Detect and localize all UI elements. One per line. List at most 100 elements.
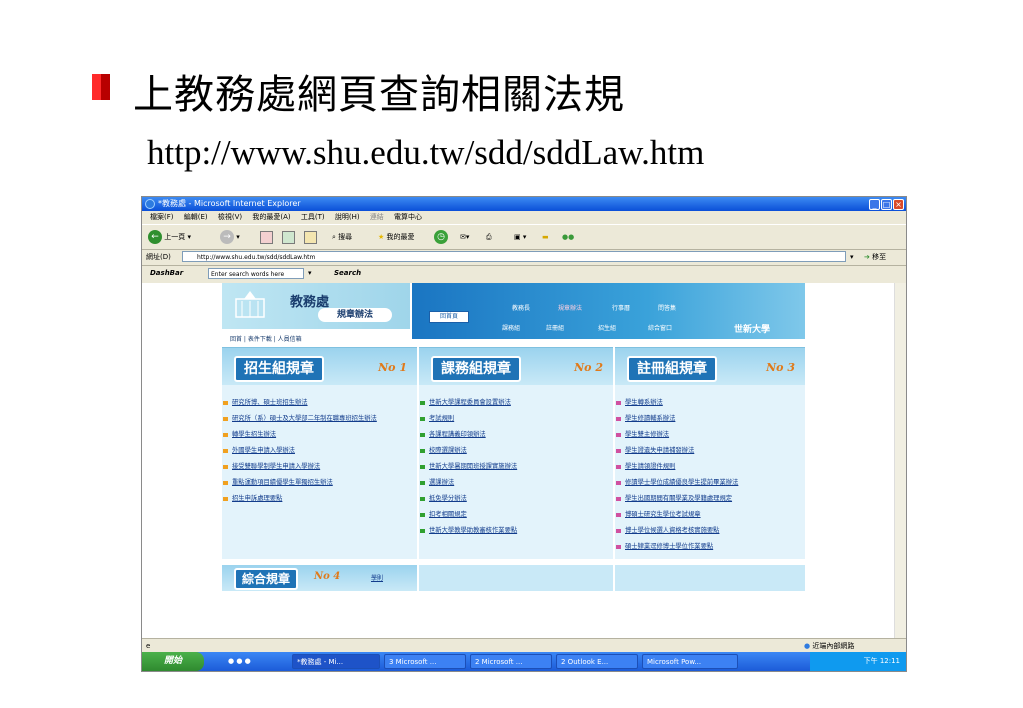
- nav-general-window[interactable]: 綜合窗口: [648, 323, 672, 332]
- list-item[interactable]: 世新大學暑期開班授課實施辦法: [419, 463, 613, 471]
- menu-favorites[interactable]: 我的最愛(A): [252, 213, 290, 221]
- general-rules-number: No 4: [314, 571, 341, 582]
- list-item[interactable]: 扣考相關規定: [419, 511, 613, 519]
- list-item[interactable]: 研究所（系）碩士及大學部二年制在職專班招生辦法: [222, 415, 417, 423]
- start-button[interactable]: 開始: [142, 652, 204, 671]
- mail-button[interactable]: ✉▾: [460, 229, 469, 245]
- column-registration: 註冊組規章 No 3 學生轉系辦法 學生修讀輔系辦法 學生雙主修辦法 學生證遺失…: [615, 347, 805, 559]
- dashbar-search-input[interactable]: Enter search words here: [208, 268, 304, 279]
- list-item[interactable]: 重點運動項目績優學生單獨招生辦法: [222, 479, 417, 487]
- links-label: 連結: [369, 213, 384, 221]
- print-icon: ⎙: [486, 233, 492, 241]
- list-item[interactable]: 接受雙聯學制學生申請入學辦法: [222, 463, 417, 471]
- list-item[interactable]: 各課程講義印領辦法: [419, 431, 613, 439]
- window-controls: _ □ ×: [868, 198, 904, 212]
- search-button[interactable]: ⌕ 搜尋: [332, 229, 352, 245]
- general-rules-title: 綜合規章: [234, 568, 299, 590]
- minimize-icon[interactable]: _: [869, 199, 880, 210]
- general-rules-header: 綜合規章 No 4: [222, 565, 417, 591]
- back-button[interactable]: ← 上一頁 ▾: [148, 229, 191, 245]
- nav-regulations[interactable]: 規章辦法: [558, 303, 582, 312]
- list-item[interactable]: 學生修讀輔系辦法: [615, 415, 805, 423]
- print-button[interactable]: ⎙: [486, 229, 492, 245]
- menu-file[interactable]: 檔案(F): [150, 213, 174, 221]
- list-item[interactable]: 碩士肄業逕修博士學位作業要點: [615, 543, 805, 551]
- refresh-button[interactable]: [282, 229, 295, 245]
- nav-registration-section[interactable]: 註冊組: [546, 323, 564, 332]
- list-item[interactable]: 學生出國期間有關學業及學籍處理規定: [615, 495, 805, 503]
- search-icon: ⌕: [332, 233, 336, 241]
- list-item[interactable]: 世新大學教學助教審核作業要點: [419, 527, 613, 535]
- dashbar-search-button[interactable]: Search: [334, 266, 361, 281]
- dashbar-dropdown-icon[interactable]: ▾: [308, 266, 312, 281]
- quick-launch[interactable]: ● ● ●: [228, 652, 251, 671]
- column-number: No 1: [378, 361, 407, 374]
- course-rules-list: 世新大學課程委員會設置辦法 考試規則 各課程講義印領辦法 校際選課辦法 世新大學…: [419, 399, 613, 543]
- address-dropdown-icon[interactable]: ▾: [850, 249, 854, 265]
- messenger-button[interactable]: ●●: [562, 229, 574, 245]
- back-arrow-icon: ←: [148, 230, 162, 244]
- link-academic-rules[interactable]: 學則: [371, 573, 383, 582]
- list-item[interactable]: 博士學位候選人資格考核實施要點: [615, 527, 805, 535]
- history-icon: ◷: [434, 230, 448, 244]
- vertical-scrollbar[interactable]: [894, 283, 906, 638]
- list-item[interactable]: 考試規則: [419, 415, 613, 423]
- folder-button[interactable]: ▬: [542, 229, 549, 245]
- close-icon[interactable]: ×: [893, 199, 904, 210]
- stop-button[interactable]: [260, 229, 273, 245]
- list-item[interactable]: 轉學生招生辦法: [222, 431, 417, 439]
- favorites-button[interactable]: ★ 我的最愛: [378, 229, 415, 245]
- zone-label: ● 近端內部網路: [804, 642, 855, 650]
- top-menu[interactable]: 回首 | 表件下載 | 人員信箱: [230, 334, 302, 343]
- home-button[interactable]: [304, 229, 317, 245]
- dashbar-label[interactable]: DashBar: [150, 269, 183, 277]
- task-excel[interactable]: 2 Microsoft ...: [470, 654, 552, 669]
- list-item[interactable]: 校際選課辦法: [419, 447, 613, 455]
- nav-faq[interactable]: 問答集: [658, 303, 676, 312]
- forward-button[interactable]: → ▾: [220, 229, 240, 245]
- toolbar: ← 上一頁 ▾ → ▾ ⌕ 搜尋 ★ 我的最愛 ◷ ✉▾ ⎙ ▣ ▾ ▬ ●●: [142, 224, 906, 250]
- edit-button[interactable]: ▣ ▾: [514, 229, 526, 245]
- star-icon: ★: [378, 233, 385, 241]
- column-title: 課務組規章: [431, 356, 521, 382]
- list-item[interactable]: 修讀學士學位成績優良學生提前畢業辦法: [615, 479, 805, 487]
- admission-rules-list: 研究所博、碩士班招生辦法 研究所（系）碩士及大學部二年制在職專班招生辦法 轉學生…: [222, 399, 417, 511]
- list-item[interactable]: 學生證遺失申請補發辦法: [615, 447, 805, 455]
- list-item[interactable]: 招生申訴處理要點: [222, 495, 417, 503]
- bottom-band: [615, 565, 805, 591]
- list-item[interactable]: 學生雙主修辦法: [615, 431, 805, 439]
- browser-screenshot: *教務處 - Microsoft Internet Explorer _ □ × 檔…: [141, 196, 907, 672]
- history-button[interactable]: ◷: [434, 229, 448, 245]
- window-titlebar: *教務處 - Microsoft Internet Explorer _ □ ×: [142, 197, 906, 211]
- mail-icon: ✉▾: [460, 233, 470, 241]
- task-word[interactable]: 3 Microsoft ...: [384, 654, 466, 669]
- list-item[interactable]: 學生請領證件規則: [615, 463, 805, 471]
- task-powerpoint[interactable]: Microsoft Pow...: [642, 654, 738, 669]
- go-button[interactable]: ➔ 移至: [864, 249, 886, 265]
- home-link[interactable]: 回首頁: [429, 311, 469, 323]
- menu-view[interactable]: 檢視(V): [218, 213, 242, 221]
- list-item[interactable]: 外國學生申請入學辦法: [222, 447, 417, 455]
- task-outlook[interactable]: 2 Outlook E...: [556, 654, 638, 669]
- task-ie[interactable]: *教務處 - Mi...: [292, 654, 380, 669]
- link-computer-center[interactable]: 電算中心: [394, 213, 422, 221]
- menu-edit[interactable]: 編輯(E): [184, 213, 208, 221]
- column-header: 招生組規章 No 1: [222, 347, 417, 385]
- list-item[interactable]: 學生轉系辦法: [615, 399, 805, 407]
- list-item[interactable]: 世新大學課程委員會設置辦法: [419, 399, 613, 407]
- messenger-icon: ●●: [562, 233, 575, 241]
- list-item[interactable]: 研究所博、碩士班招生辦法: [222, 399, 417, 407]
- nav-dean[interactable]: 教務長: [512, 303, 530, 312]
- nav-admission-section[interactable]: 招生組: [598, 323, 616, 332]
- page-content: 教務處 規章辦法 回首頁 教務長 規章辦法 行事曆 問答集 課務組 註冊組 招生…: [142, 283, 894, 638]
- nav-calendar[interactable]: 行事曆: [612, 303, 630, 312]
- nav-course-section[interactable]: 課務組: [502, 323, 520, 332]
- address-input[interactable]: http://www.shu.edu.tw/sdd/sddLaw.htm: [182, 251, 846, 262]
- column-header: 註冊組規章 No 3: [615, 347, 805, 385]
- list-item[interactable]: 選課辦法: [419, 479, 613, 487]
- list-item[interactable]: 博碩士研究生學位考試規章: [615, 511, 805, 519]
- list-item[interactable]: 抵免學分辦法: [419, 495, 613, 503]
- maximize-icon[interactable]: □: [881, 199, 892, 210]
- menu-tools[interactable]: 工具(T): [301, 213, 325, 221]
- menu-help[interactable]: 說明(H): [335, 213, 360, 221]
